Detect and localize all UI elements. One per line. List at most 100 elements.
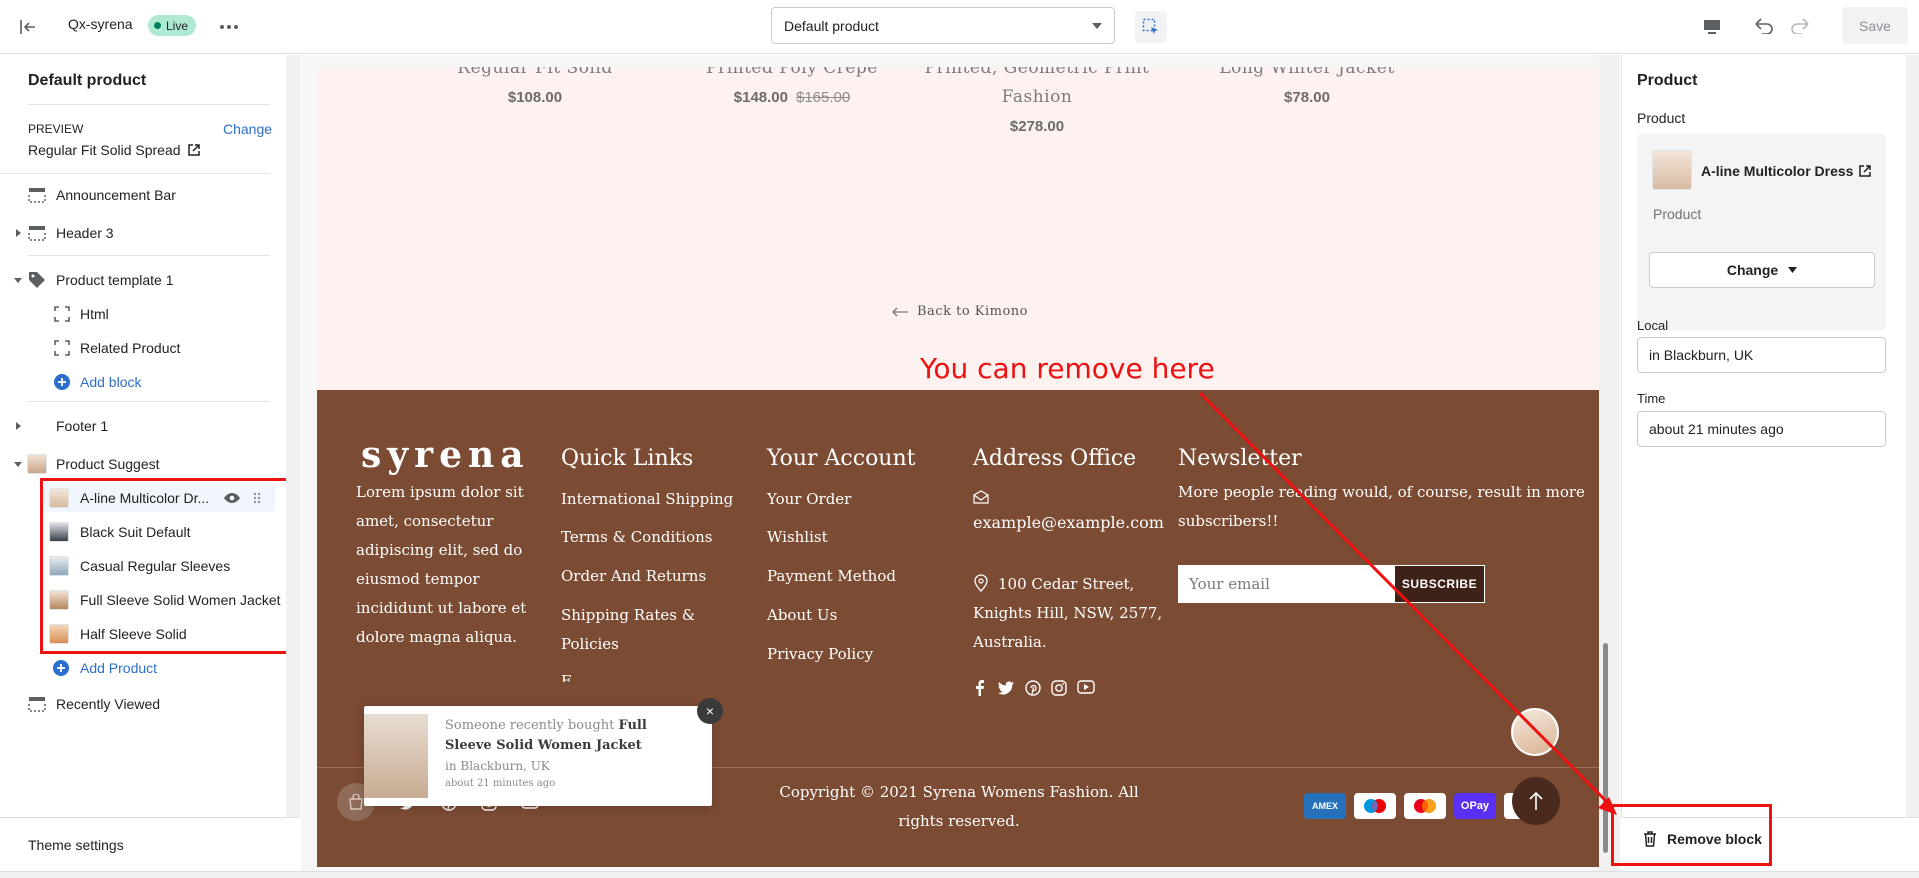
section-label: Announcement Bar	[56, 187, 176, 203]
local-input[interactable]: in Blackburn, UK	[1637, 337, 1886, 373]
remove-block-button[interactable]: Remove block	[1643, 831, 1762, 847]
product-thumbnail-icon	[49, 522, 69, 542]
preview-area: Regular Fit Solid $108.00 Printed Poly C…	[301, 55, 1620, 871]
more-actions-icon[interactable]	[215, 13, 243, 41]
desktop-view-icon[interactable]	[1698, 13, 1726, 41]
plus-circle-icon	[51, 658, 71, 678]
section-product-template[interactable]: Product template 1	[0, 266, 286, 294]
section-label: Footer 1	[56, 418, 109, 434]
suggest-item-label: Black Suit Default	[80, 524, 191, 540]
section-header[interactable]: Header 3	[0, 219, 286, 247]
redo-icon[interactable]	[1786, 11, 1814, 39]
add-block-label: Add block	[80, 374, 142, 390]
time-label: Time	[1637, 391, 1666, 406]
add-product-button[interactable]: Add Product	[43, 654, 275, 682]
preview-change-link[interactable]: Change	[223, 121, 272, 137]
external-link-icon	[187, 144, 200, 156]
product-thumbnail-icon	[49, 624, 69, 644]
product-thumbnail-icon	[49, 556, 69, 576]
divider	[28, 401, 270, 402]
divider	[0, 173, 270, 174]
suggest-item-label: Half Sleeve Solid	[80, 626, 187, 642]
status-badge: Live	[148, 15, 197, 36]
right-scrollbar[interactable]	[1906, 55, 1919, 817]
block-label: Html	[80, 306, 109, 322]
store-name: Qx-syrena	[68, 16, 133, 32]
annotation-arrow	[1198, 391, 1617, 815]
left-scrollbar[interactable]	[286, 55, 300, 817]
add-product-label: Add Product	[80, 660, 158, 676]
change-product-label: Change	[1726, 262, 1779, 278]
product-picker-type: Product	[1653, 206, 1702, 222]
product-picker: A-line Multicolor Dress Product Change	[1637, 134, 1886, 330]
product-picker-label: A-line Multicolor Dress	[1701, 163, 1854, 179]
tag-icon	[27, 270, 47, 290]
settings-panel: Product Product A-line Multicolor Dress …	[1621, 55, 1919, 817]
product-thumbnail-icon	[49, 590, 69, 610]
section-announcement-bar[interactable]: Announcement Bar	[0, 181, 286, 209]
section-product-suggest[interactable]: Product Suggest	[0, 450, 286, 478]
panel-title: Default product	[28, 72, 147, 89]
drag-handle-icon[interactable]	[247, 488, 267, 508]
suggest-item[interactable]: A-line Multicolor Dr...	[43, 484, 275, 512]
caret-down-icon	[1788, 267, 1798, 273]
caret-down-icon	[14, 460, 22, 468]
block-icon	[52, 304, 72, 324]
section-recently-viewed[interactable]: Recently Viewed	[0, 690, 286, 718]
time-input[interactable]: about 21 minutes ago	[1637, 411, 1886, 447]
section-footer[interactable]: Footer 1	[0, 412, 286, 440]
settings-title: Product	[1637, 72, 1698, 89]
local-label: Local	[1637, 318, 1669, 333]
suggest-item-label: Full Sleeve Solid Women Jacket	[80, 592, 281, 608]
sections-panel: Default product PREVIEW Change Regular F…	[0, 55, 300, 817]
top-bar: Qx-syrena Live Default product Save	[0, 0, 1919, 54]
product-thumbnail	[1652, 150, 1692, 190]
section-label: Header 3	[56, 225, 114, 241]
suggest-item[interactable]: Half Sleeve Solid	[43, 620, 275, 648]
block-related-product[interactable]: Related Product	[0, 334, 286, 362]
block-html[interactable]: Html	[0, 300, 286, 328]
status-badge-label: Live	[166, 18, 189, 33]
suggest-item[interactable]: Black Suit Default	[43, 518, 275, 546]
add-block-button[interactable]: Add block	[0, 368, 286, 396]
suggest-item[interactable]: Full Sleeve Solid Women Jacket	[43, 586, 281, 614]
section-layout-icon	[27, 694, 47, 714]
divider	[28, 104, 270, 105]
save-button[interactable]: Save	[1842, 7, 1908, 44]
template-select[interactable]: Default product	[771, 7, 1115, 44]
section-label: Product template 1	[56, 272, 174, 288]
product-field-label: Product	[1637, 110, 1686, 126]
remove-block-label: Remove block	[1667, 831, 1762, 847]
undo-icon[interactable]	[1750, 11, 1778, 39]
divider	[28, 255, 270, 256]
theme-settings-label: Theme settings	[28, 837, 124, 853]
live-dot-icon	[154, 22, 161, 29]
product-thumbnail-icon	[27, 454, 47, 474]
preview-product[interactable]: Regular Fit Solid Spread	[28, 142, 200, 158]
suggest-item-label: Casual Regular Sleeves	[80, 558, 231, 574]
trash-icon	[1644, 831, 1656, 847]
section-label: Product Suggest	[56, 456, 160, 472]
section-layout-icon	[27, 223, 47, 243]
template-select-value: Default product	[784, 17, 879, 34]
section-label: Recently Viewed	[56, 696, 161, 712]
product-thumbnail-icon	[49, 488, 69, 508]
bottom-scrollbar[interactable]	[0, 871, 1919, 878]
plus-circle-icon	[52, 372, 72, 392]
preview-label: PREVIEW	[28, 122, 84, 136]
theme-settings-bar[interactable]: Theme settings	[0, 817, 300, 871]
exit-icon[interactable]	[14, 13, 42, 41]
preview-product-label: Regular Fit Solid Spread	[28, 142, 181, 158]
caret-right-icon	[14, 422, 22, 430]
section-layout-icon	[27, 185, 47, 205]
product-picker-name[interactable]: A-line Multicolor Dress	[1701, 163, 1872, 179]
suggest-item[interactable]: Casual Regular Sleeves	[43, 552, 275, 580]
block-icon	[52, 338, 72, 358]
caret-right-icon	[14, 229, 22, 237]
inspector-icon[interactable]	[1135, 11, 1167, 43]
settings-footer: Remove block	[1621, 817, 1919, 871]
external-link-icon	[1859, 165, 1872, 177]
suggest-item-label: A-line Multicolor Dr...	[80, 490, 210, 506]
change-product-button[interactable]: Change	[1649, 252, 1875, 288]
eye-icon[interactable]	[222, 488, 242, 508]
